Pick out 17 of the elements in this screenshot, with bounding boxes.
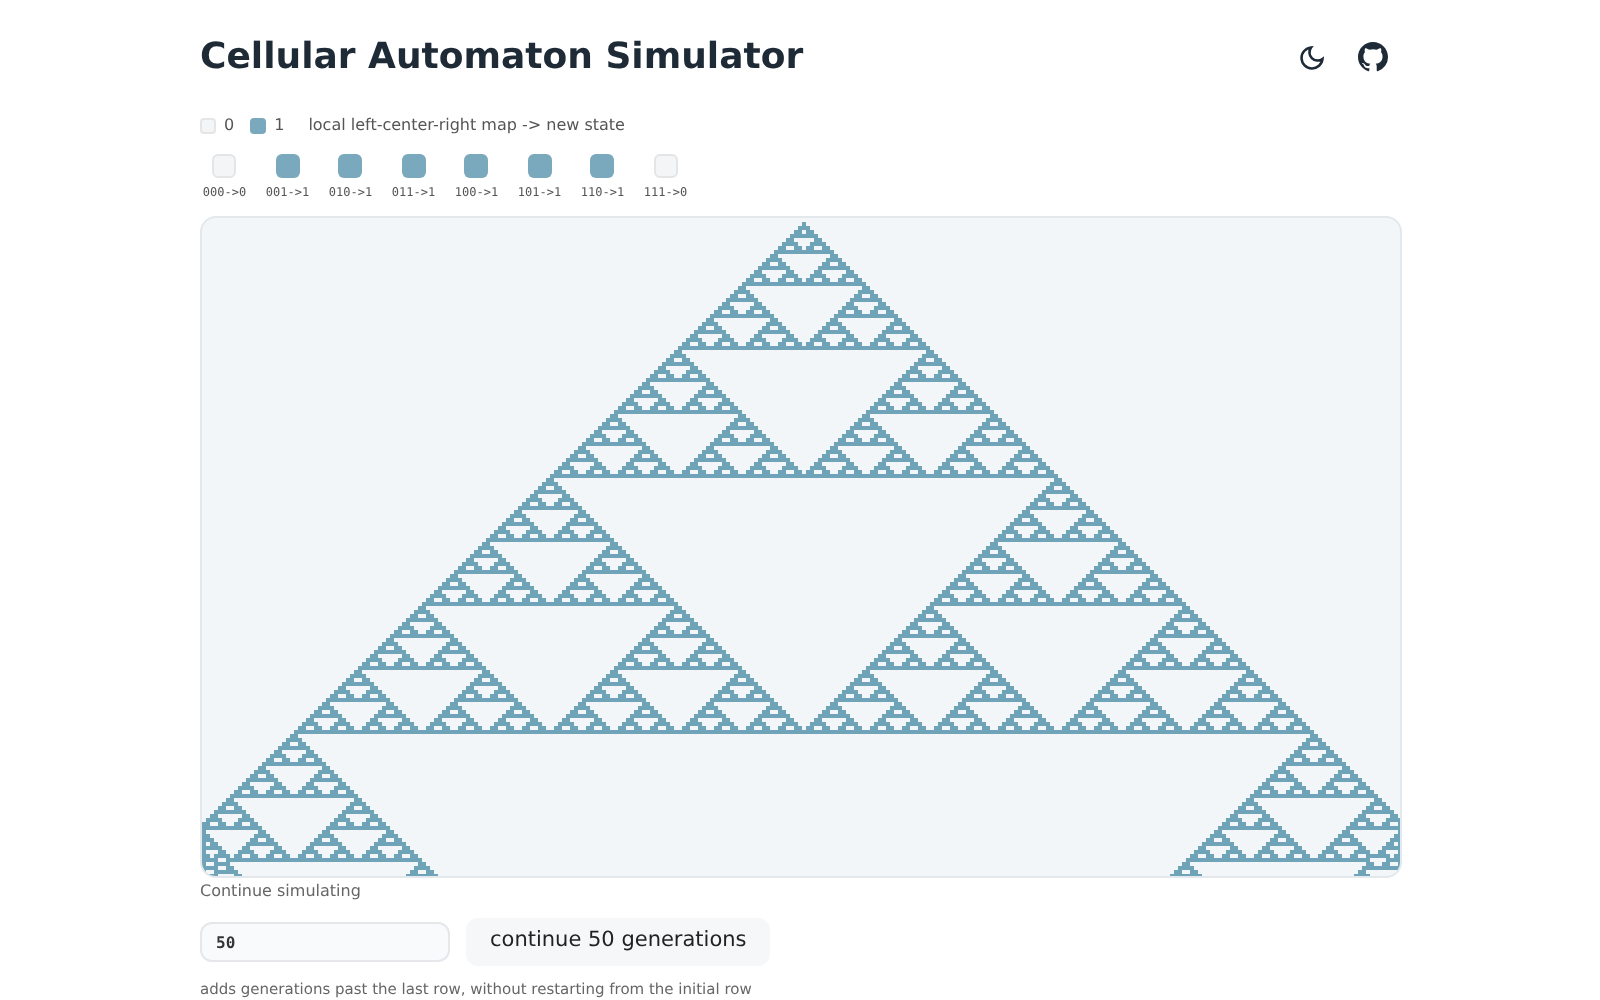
generations-input[interactable]: 50 xyxy=(200,922,450,962)
state-label: 1 xyxy=(274,114,285,138)
github-icon[interactable] xyxy=(1358,42,1388,72)
rule-toggle[interactable] xyxy=(464,154,489,178)
rule-toggle[interactable] xyxy=(401,154,426,178)
section-label: Continue simulating xyxy=(200,880,363,904)
legend-caption: local left-center-right map -> new state xyxy=(308,114,625,138)
state-label: 0 xyxy=(224,114,235,138)
rule-toggle[interactable] xyxy=(653,154,678,178)
continue-button[interactable]: continue 50 generations xyxy=(466,918,771,966)
rule-toggle[interactable] xyxy=(275,154,300,178)
rule-toggle[interactable] xyxy=(527,154,552,178)
app-title: Cellular Automaton Simulator xyxy=(200,34,804,82)
rule-toggle[interactable] xyxy=(590,154,615,178)
rule-toggle[interactable] xyxy=(338,154,363,178)
moon-icon[interactable] xyxy=(1298,43,1326,71)
rule-toggle[interactable] xyxy=(212,154,237,178)
